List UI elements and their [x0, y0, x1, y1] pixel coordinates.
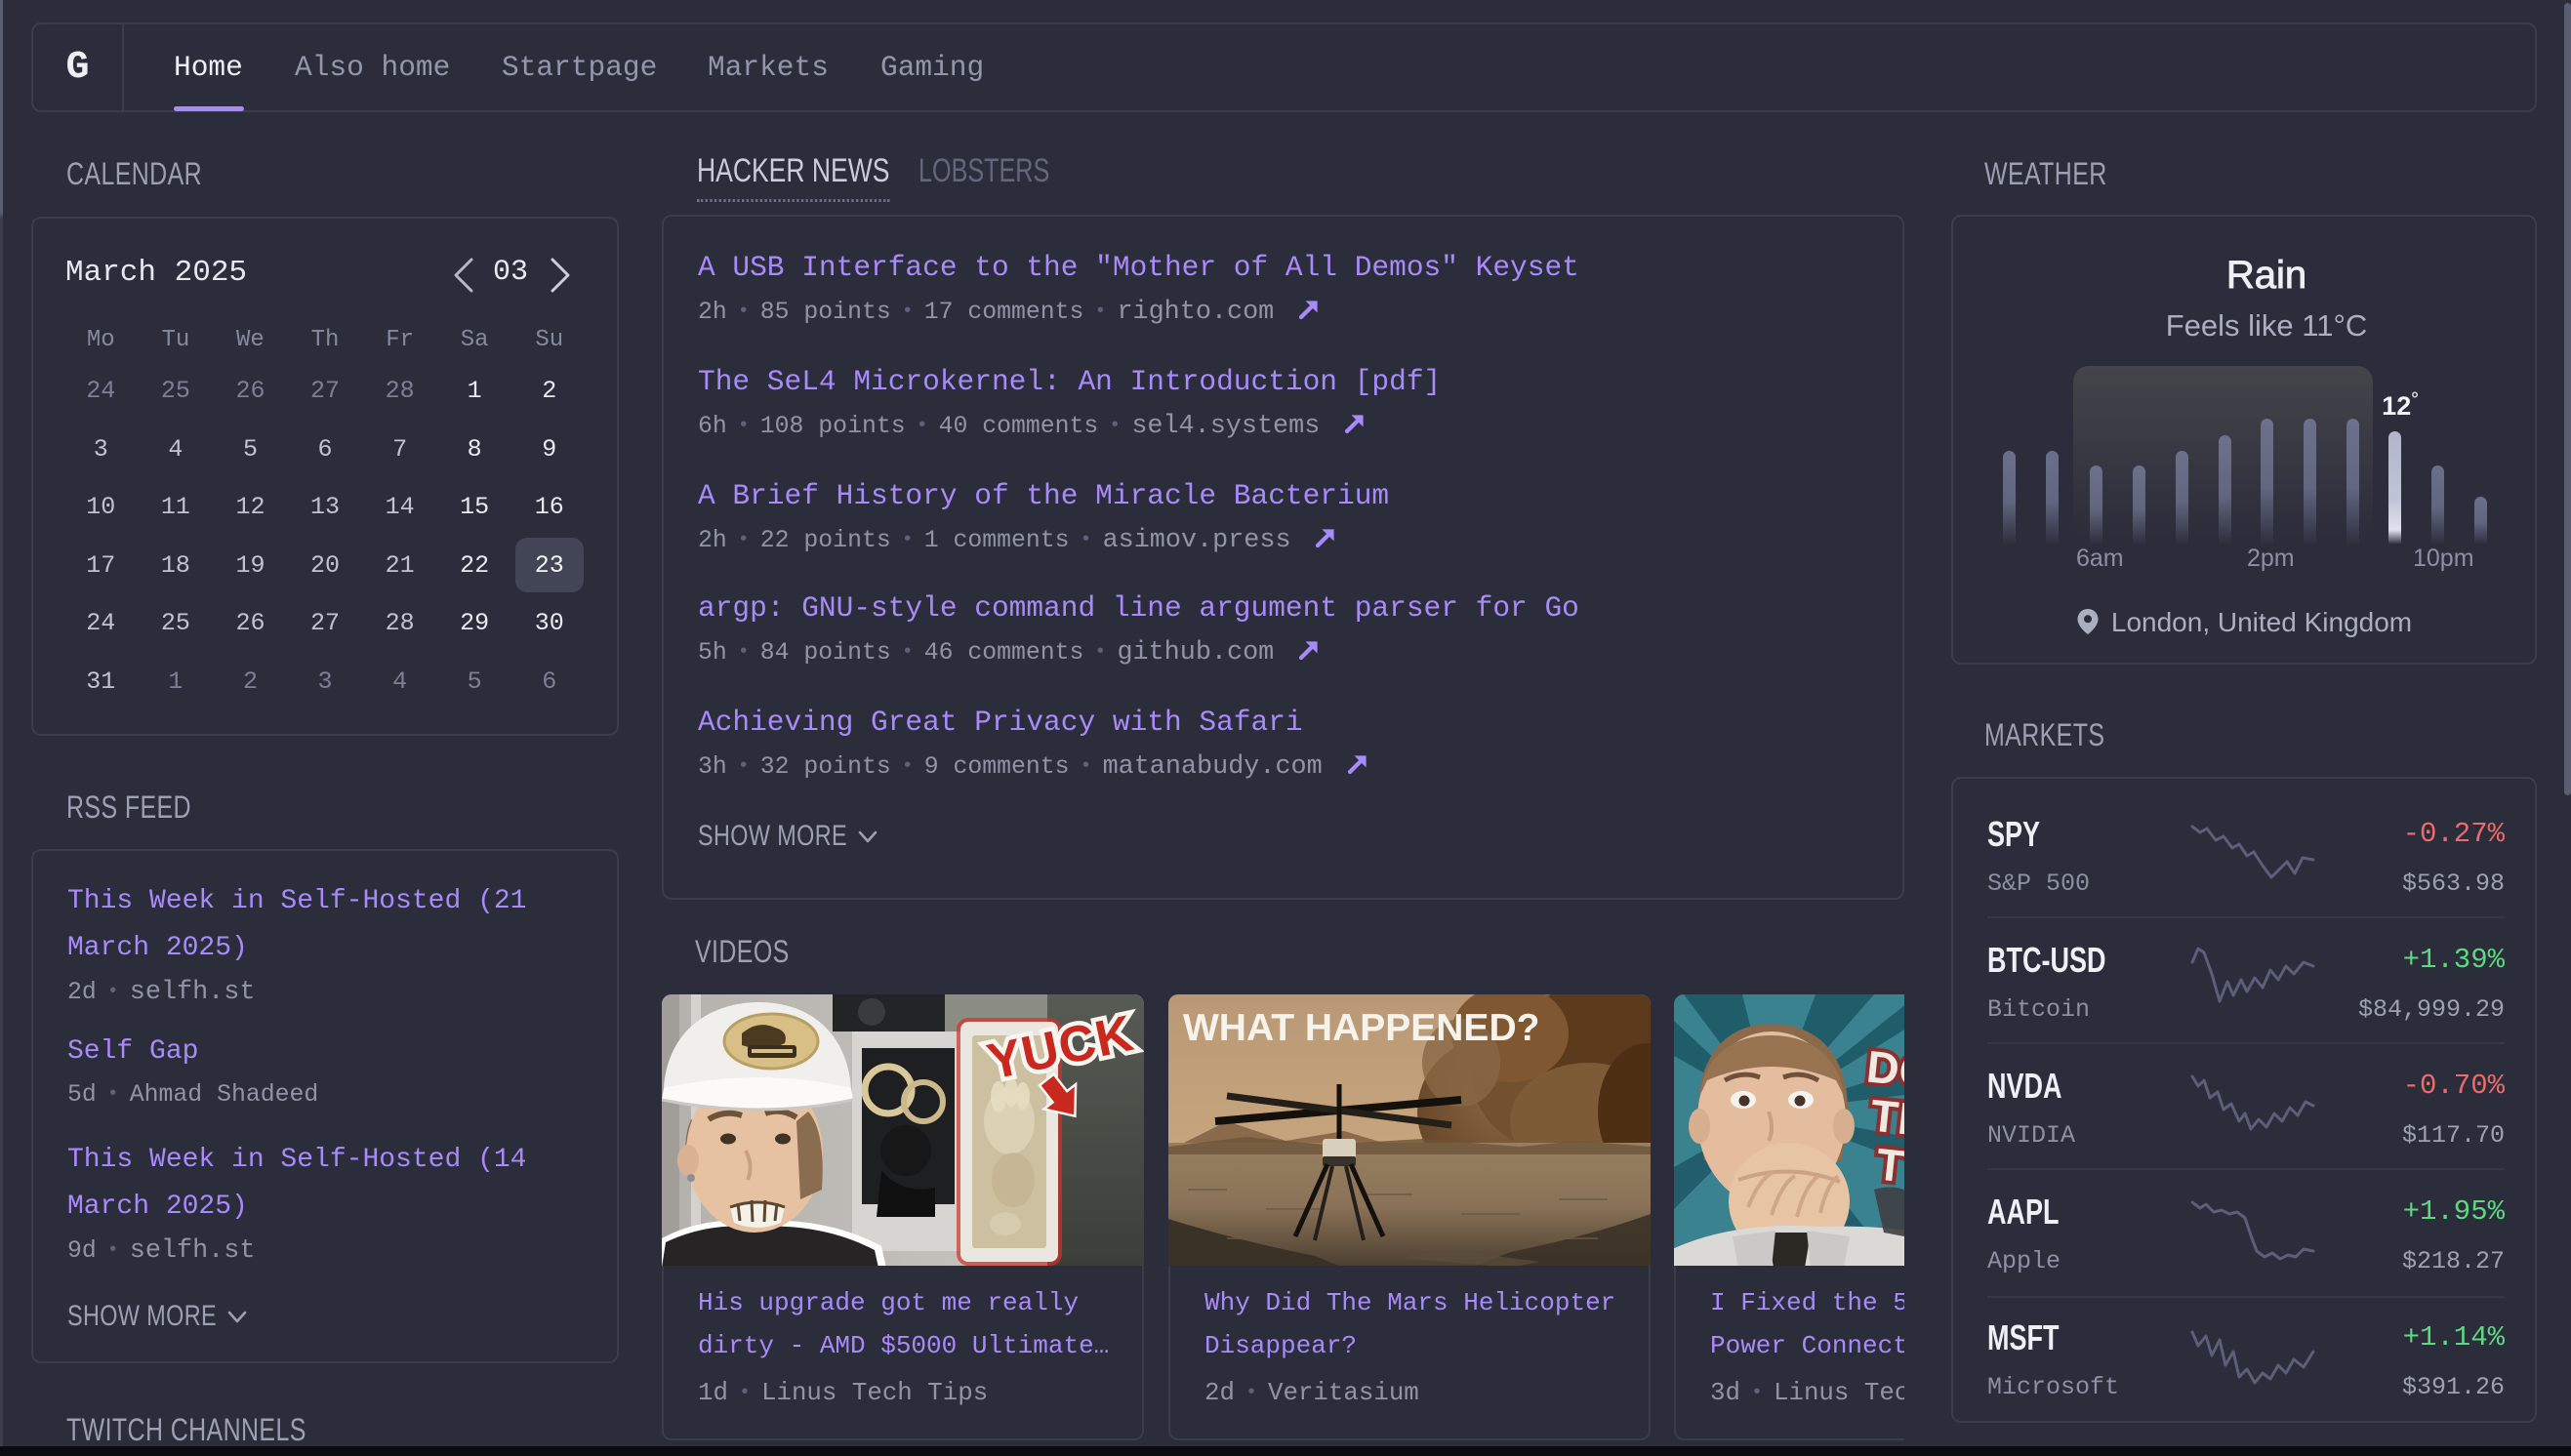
svg-text:TH: TH: [1868, 1089, 1904, 1146]
svg-text:WHAT HAPPENED?: WHAT HAPPENED?: [1183, 1007, 1539, 1049]
svg-text:T: T: [1874, 1138, 1904, 1192]
svg-text:DO: DO: [1864, 1040, 1904, 1098]
